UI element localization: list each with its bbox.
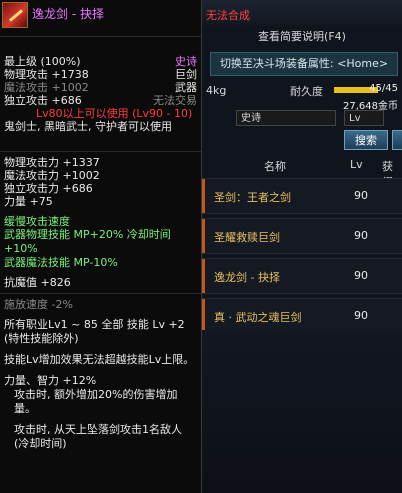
str-int-text: 力量、智力 +12% [4,374,97,387]
anti-magic-row: 抗魔值 +826 [0,276,201,289]
tooltip-header: 逸龙剑 - 抉择 [0,0,201,37]
list-item[interactable]: 逸龙剑 - 抉择 90 [202,258,402,294]
list-item-name: 逸龙剑 - 抉择 [214,271,280,284]
mag-power-text: 魔法攻击力 +1002 [4,169,100,182]
divider [0,151,201,152]
list-item[interactable]: 圣剑：王者之剑 90 [202,178,402,214]
atk-speed-text: 缓慢攻击速度 [4,215,70,228]
attack-extra-text: 攻击时, 额外增加20%的伤害增加量。 [14,388,178,415]
weapon-phys-skill-text: 武器物理技能 MP+20% 冷却时间+10% [4,228,171,255]
mag-atk-row: 魔法攻击 +1002 武器 [0,81,201,94]
column-lv[interactable]: Lv [350,158,363,171]
level-req-text: Lv80以上可以使用 (Lv90 - 10) [36,107,193,120]
strength-text: 力量 +75 [4,195,53,208]
list-item-lv: 90 [354,229,368,242]
list-item[interactable]: 圣耀救赎巨剑 90 [202,218,402,254]
item-name: 逸龙剑 - 抉择 [32,7,104,21]
column-name[interactable]: 名称 [264,158,286,174]
phys-power-row: 物理攻击力 +1337 [0,156,201,169]
level-req-row: Lv80以上可以使用 (Lv90 - 10) [0,107,201,120]
shop-panel: 无法合成 查看简要说明(F4) 切换至决斗场装备属性: <Home> 4kg 耐… [202,0,402,493]
indep-power-text: 独立攻击力 +686 [4,182,93,195]
phys-power-text: 物理攻击力 +1337 [4,156,100,169]
no-synthesis-label: 无法合成 [206,9,250,22]
skill-limit-text: 技能Lv增加效果无法超越技能Lv上限。 [4,353,195,366]
no-trade-text: 无法交易 [153,94,197,107]
divider [0,293,201,294]
durability-label: 耐久度 [290,85,323,98]
rarity-mark [202,299,205,333]
item-tooltip: 逸龙剑 - 抉择 最上级 (100%) 史诗 物理攻击 +1738 巨剑 魔法攻… [0,0,202,493]
switch-pvp-stats-button[interactable]: 切换至决斗场装备属性: <Home> [210,52,398,76]
mag-power-row: 魔法攻击力 +1002 [0,169,201,182]
weapon-mag-skill-text: 武器魔法技能 MP-10% [4,256,118,269]
list-item-lv: 90 [354,309,368,322]
durability-value: 45/45 [369,83,398,94]
item-category-text: 武器 [175,81,197,94]
view-summary-link[interactable]: 查看简要说明(F4) [202,28,402,46]
level-filter-select[interactable]: Lv [344,110,384,126]
anti-magic-text: 抗魔值 +826 [4,276,71,289]
indep-atk-text: 独立攻击 +686 [4,94,82,107]
sword-icon [2,2,28,28]
rarity-mark [202,259,205,293]
list-item-name: 圣耀救赎巨剑 [214,231,280,244]
list-item[interactable]: 真 · 武动之魂巨剑 90 [202,298,402,334]
item-type-text: 巨剑 [175,68,197,81]
rarity-filter-select[interactable]: 史诗 [236,110,336,126]
all-jobs-text: 所有职业Lv1 ~ 85 全部 技能 Lv +2 (特性技能除外) [4,318,185,345]
classes-text: 鬼剑士, 黑暗武士, 守护者可以使用 [4,120,172,133]
search-extra-button[interactable] [392,130,402,150]
cast-speed-row: 施放速度 -2% [0,298,201,311]
search-button[interactable]: 搜索 [344,130,388,150]
weapon-mag-skill-row: 武器魔法技能 MP-10% [0,256,201,269]
rarity-mark [202,219,205,253]
list-item-lv: 90 [354,189,368,202]
mag-atk-text: 魔法攻击 +1002 [4,81,89,94]
classes-row: 鬼剑士, 黑暗武士, 守护者可以使用 [0,120,201,133]
weight-text: 4kg [206,84,227,97]
strength-row: 力量 +75 [0,195,201,208]
phys-atk-text: 物理攻击 +1738 [4,68,89,81]
atk-speed-row: 缓慢攻击速度 [0,215,201,228]
phys-atk-row: 物理攻击 +1738 巨剑 [0,68,201,81]
rarity-mark [202,179,205,213]
cast-speed-text: 施放速度 -2% [4,298,73,311]
list-item-name: 圣剑：王者之剑 [214,191,291,204]
list-item-name: 真 · 武动之魂巨剑 [214,311,302,324]
grade-row: 最上级 (100%) 史诗 [0,55,201,68]
list-item-lv: 90 [354,269,368,282]
indep-power-row: 独立攻击力 +686 [0,182,201,195]
grade-text: 最上级 (100%) [4,55,81,68]
item-list: 圣剑：王者之剑 90 圣耀救赎巨剑 90 逸龙剑 - 抉择 90 真 · 武动之… [202,178,402,338]
rarity-text: 史诗 [175,55,197,68]
attack-sky-text: 攻击时, 从天上坠落剑攻击1名敌人(冷却时间) [14,423,182,450]
shop-top-bar: 无法合成 [202,0,402,26]
column-headers: 名称 Lv 获得 [202,156,402,189]
indep-atk-row: 独立攻击 +686 无法交易 [0,94,201,107]
shop-empty-area [202,330,402,493]
